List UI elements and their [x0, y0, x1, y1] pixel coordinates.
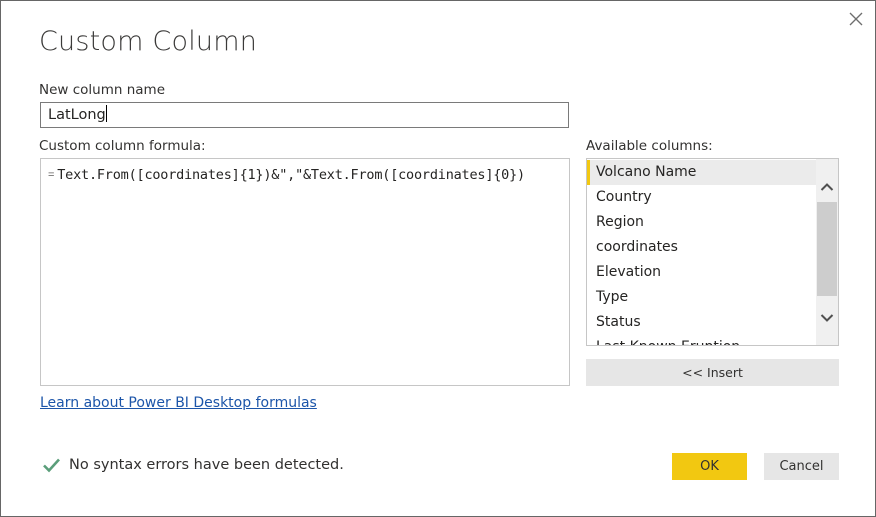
custom-column-dialog: Custom Column New column name LatLong Cu…: [0, 0, 876, 517]
new-column-name-input[interactable]: LatLong: [40, 102, 569, 128]
formula-line: = Text.From([coordinates]{1})&","&Text.Fr…: [48, 167, 525, 183]
chevron-down-icon: [820, 314, 834, 322]
chevron-up-icon: [820, 183, 834, 191]
syntax-status-text: No syntax errors have been detected.: [69, 457, 344, 473]
column-item-volcano-name[interactable]: Volcano Name: [587, 160, 816, 185]
new-column-name-label: New column name: [39, 82, 166, 98]
dialog-title: Custom Column: [39, 26, 258, 57]
available-columns-label: Available columns:: [586, 138, 713, 154]
close-button[interactable]: [845, 8, 867, 30]
columns-scrollbar[interactable]: [816, 159, 838, 345]
text-caret: [105, 105, 107, 122]
column-item-last-known-eruption[interactable]: Last Known Eruption: [587, 335, 816, 345]
column-item-type[interactable]: Type: [587, 285, 816, 310]
ok-button[interactable]: OK: [672, 453, 747, 480]
column-item-status[interactable]: Status: [587, 310, 816, 335]
scroll-up-button[interactable]: [816, 177, 838, 197]
formula-value: Text.From([coordinates]{1})&","&Text.Fro…: [57, 167, 525, 183]
close-icon: [849, 12, 863, 26]
new-column-name-value: LatLong: [48, 107, 106, 123]
syntax-status: No syntax errors have been detected.: [42, 457, 344, 473]
column-item-country[interactable]: Country: [587, 185, 816, 210]
column-item-elevation[interactable]: Elevation: [587, 260, 816, 285]
cancel-button[interactable]: Cancel: [764, 453, 839, 480]
checkmark-icon: [43, 458, 60, 473]
insert-button[interactable]: << Insert: [586, 359, 839, 386]
scroll-thumb[interactable]: [817, 202, 837, 296]
column-item-coordinates[interactable]: coordinates: [587, 235, 816, 260]
formula-label: Custom column formula:: [39, 138, 206, 154]
learn-formulas-link[interactable]: Learn about Power BI Desktop formulas: [40, 395, 317, 411]
available-columns-list[interactable]: Volcano Name Country Region coordinates …: [586, 158, 839, 346]
formula-equals-sign: =: [48, 169, 55, 181]
formula-editor[interactable]: = Text.From([coordinates]{1})&","&Text.Fr…: [40, 158, 570, 386]
scroll-down-button[interactable]: [816, 308, 838, 328]
column-item-region[interactable]: Region: [587, 210, 816, 235]
